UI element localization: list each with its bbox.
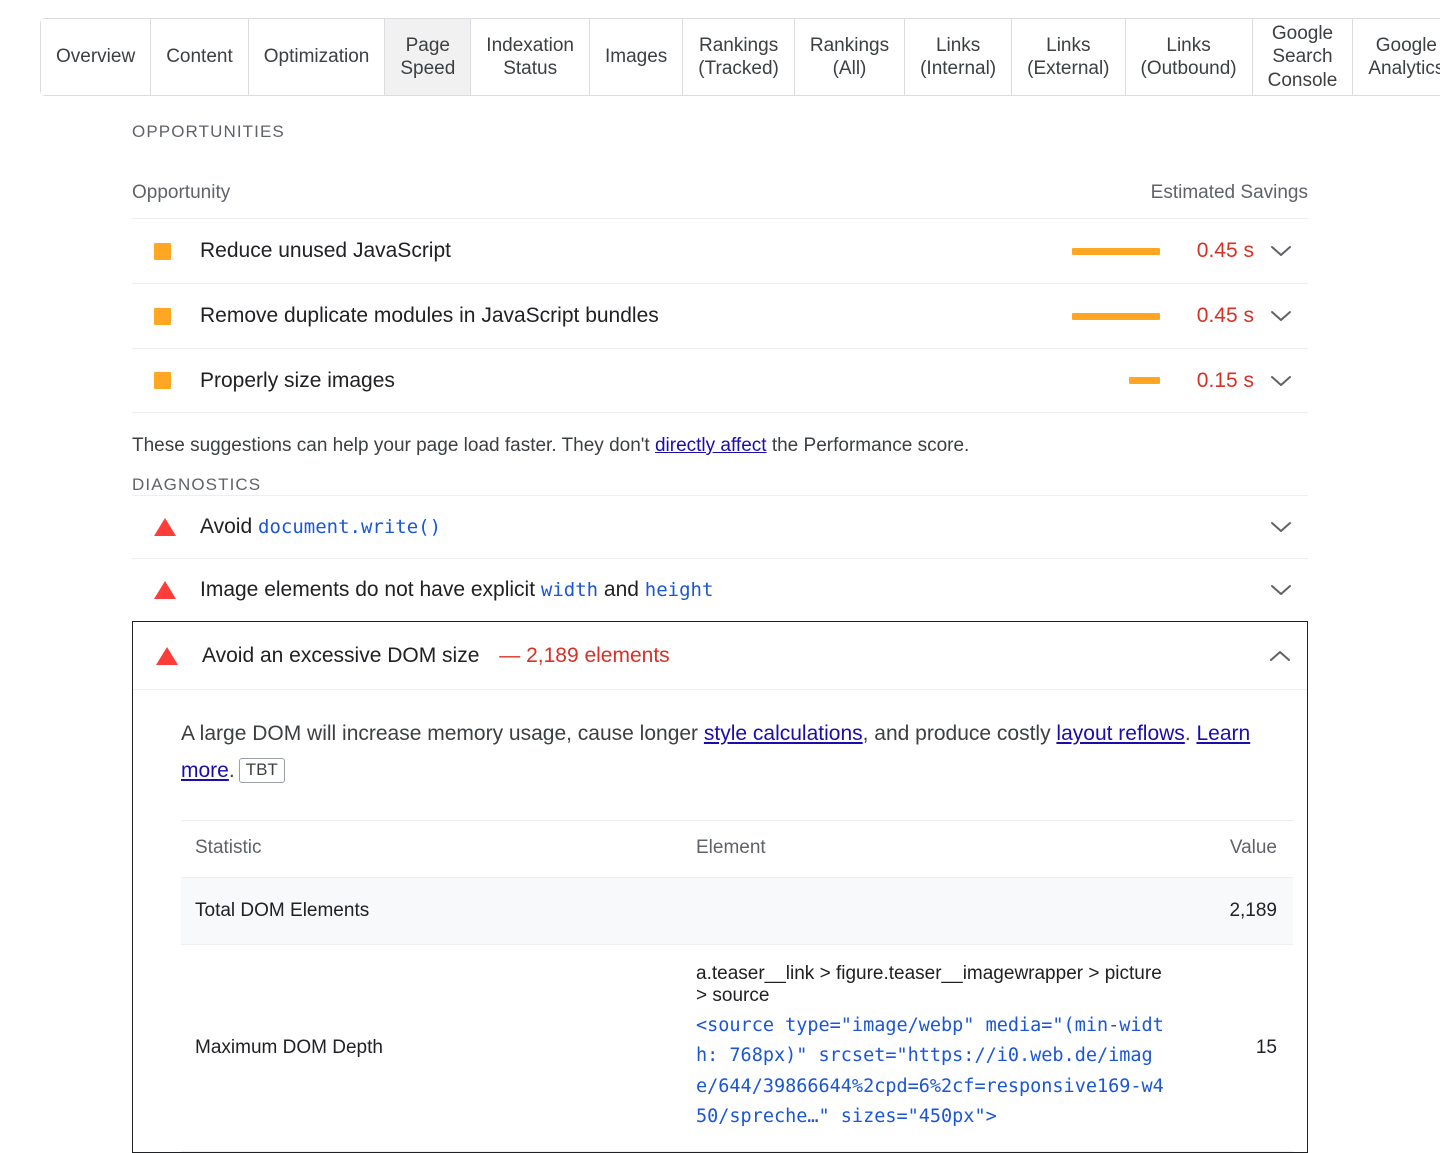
diagnostic-expanded-panel: Avoid an excessive DOM size — 2,189 elem… <box>132 621 1308 1153</box>
chevron-down-icon[interactable] <box>1254 374 1308 388</box>
tab-images[interactable]: Images <box>590 19 683 95</box>
tab-links-outbound[interactable]: Links (Outbound) <box>1126 19 1253 95</box>
table-header-value: Value <box>1183 820 1293 877</box>
savings-bar <box>1129 377 1160 384</box>
table-row: Maximum DOM Depth a.teaser__link > figure… <box>181 944 1293 1151</box>
tab-rankings-tracked[interactable]: Rankings (Tracked) <box>683 19 795 95</box>
tab-overview[interactable]: Overview <box>41 19 151 95</box>
tab-bar: OverviewContentOptimizationPage SpeedInd… <box>0 0 1440 112</box>
desc-part-1: A large DOM will increase memory usage, … <box>181 722 704 745</box>
note-text-pre: These suggestions can help your page loa… <box>132 435 655 456</box>
diagnostic-panel-title-text: Avoid an excessive DOM size <box>202 644 479 667</box>
diagnostic-code-2: height <box>645 579 714 601</box>
opportunity-row-right: 0.45 s <box>1072 304 1308 328</box>
diagnostic-panel-body: A large DOM will increase memory usage, … <box>133 690 1307 1152</box>
warning-triangle-icon <box>156 647 178 665</box>
tab-links-internal[interactable]: Links (Internal) <box>905 19 1012 95</box>
chevron-up-icon[interactable] <box>1253 649 1307 663</box>
opportunity-row[interactable]: Properly size images 0.15 s <box>132 348 1308 413</box>
opportunity-label: Remove duplicate modules in JavaScript b… <box>200 304 659 328</box>
diagnostics-list: Avoid document.write() Image elements do … <box>132 495 1308 621</box>
diagnostic-row[interactable]: Avoid document.write() <box>132 495 1308 558</box>
opportunity-row-right: 0.45 s <box>1072 239 1308 263</box>
layout-reflows-link[interactable]: layout reflows <box>1056 722 1184 745</box>
table-header-statistic: Statistic <box>181 820 682 877</box>
estimated-savings-value: 0.45 s <box>1172 239 1254 263</box>
style-calculations-link[interactable]: style calculations <box>704 722 863 745</box>
opportunity-row-left: Properly size images <box>132 369 1072 393</box>
diagnostic-panel-count: — 2,189 elements <box>499 644 669 667</box>
chevron-down-icon[interactable] <box>1254 309 1308 323</box>
desc-part-2: , and produce costly <box>863 722 1057 745</box>
table-cell-element <box>682 877 1183 944</box>
tab-google-analytics[interactable]: Google Analytics <box>1353 19 1440 95</box>
tab-content[interactable]: Content <box>151 19 249 95</box>
warning-triangle-icon <box>154 581 176 599</box>
estimated-savings-value: 0.15 s <box>1172 369 1254 393</box>
chevron-down-icon[interactable] <box>1254 583 1308 597</box>
table-row: Total DOM Elements 2,189 <box>181 877 1293 944</box>
column-header-estimated-savings: Estimated Savings <box>1151 182 1308 204</box>
desc-part-4: . <box>229 759 235 782</box>
column-header-opportunity: Opportunity <box>132 182 230 204</box>
opportunity-row-right: 0.15 s <box>1072 369 1308 393</box>
table-cell-value: 2,189 <box>1183 877 1293 944</box>
opportunity-label: Properly size images <box>200 369 395 393</box>
opportunities-list: Reduce unused JavaScript 0.45 s Remove dup… <box>132 218 1308 413</box>
opportunity-row-left: Remove duplicate modules in JavaScript b… <box>132 304 1072 328</box>
opportunity-row[interactable]: Reduce unused JavaScript 0.45 s <box>132 218 1308 283</box>
tbt-badge: TBT <box>239 758 285 783</box>
opportunities-column-headers: Opportunity Estimated Savings <box>132 142 1308 218</box>
diagnostic-text-mid: and <box>598 578 645 601</box>
tab-list: OverviewContentOptimizationPage SpeedInd… <box>40 18 1440 96</box>
element-code: <source type="image/webp" media="(min-wi… <box>696 1011 1171 1133</box>
tab-indexation-status[interactable]: Indexation Status <box>471 19 590 95</box>
diagnostic-panel-title: Avoid an excessive DOM size — 2,189 elem… <box>202 644 1253 668</box>
note-text-post: the Performance score. <box>767 435 970 456</box>
orange-square-icon <box>154 372 171 389</box>
savings-bar <box>1072 248 1160 255</box>
page-speed-content: OPPORTUNITIES Opportunity Estimated Savi… <box>0 112 1440 1153</box>
diagnostic-code-1: document.write() <box>258 516 441 538</box>
table-header-row: Statistic Element Value <box>181 820 1293 877</box>
diagnostic-label: Avoid document.write() <box>200 515 1254 539</box>
diagnostic-text-pre: Image elements do not have explicit <box>200 578 541 601</box>
diagnostic-panel-header[interactable]: Avoid an excessive DOM size — 2,189 elem… <box>133 622 1307 690</box>
chevron-down-icon[interactable] <box>1254 244 1308 258</box>
opportunities-section-title: OPPORTUNITIES <box>132 112 1440 142</box>
diagnostic-code-1: width <box>541 579 598 601</box>
diagnostic-text-pre: Avoid <box>200 515 258 538</box>
savings-bar <box>1072 313 1160 320</box>
diagnostic-description: A large DOM will increase memory usage, … <box>181 716 1259 790</box>
opportunity-row-left: Reduce unused JavaScript <box>132 239 1072 263</box>
diagnostic-label: Image elements do not have explicit widt… <box>200 578 1254 602</box>
element-selector: a.teaser__link > figure.teaser__imagewra… <box>696 963 1171 1007</box>
opportunities-note: These suggestions can help your page loa… <box>132 413 1308 465</box>
orange-square-icon <box>154 308 171 325</box>
table-cell-value: 15 <box>1183 944 1293 1151</box>
diagnostic-row[interactable]: Image elements do not have explicit widt… <box>132 558 1308 621</box>
opportunity-row[interactable]: Remove duplicate modules in JavaScript b… <box>132 283 1308 348</box>
tab-page-speed[interactable]: Page Speed <box>385 19 471 95</box>
savings-bar-cell <box>1072 248 1172 255</box>
table-cell-element: a.teaser__link > figure.teaser__imagewra… <box>682 944 1183 1151</box>
table-cell-statistic: Total DOM Elements <box>181 877 682 944</box>
table-header-element: Element <box>682 820 1183 877</box>
dom-statistics-table: Statistic Element Value Total DOM Elemen… <box>181 820 1293 1152</box>
tab-rankings-all[interactable]: Rankings (All) <box>795 19 905 95</box>
savings-bar-cell <box>1072 377 1172 384</box>
opportunity-label: Reduce unused JavaScript <box>200 239 451 263</box>
diagnostics-section-title: DIAGNOSTICS <box>132 465 1440 495</box>
table-cell-statistic: Maximum DOM Depth <box>181 944 682 1151</box>
chevron-down-icon[interactable] <box>1254 520 1308 534</box>
desc-part-3: . <box>1185 722 1197 745</box>
directly-affect-link[interactable]: directly affect <box>655 435 767 456</box>
warning-triangle-icon <box>154 518 176 536</box>
tab-google-search-console[interactable]: Google Search Console <box>1253 19 1354 95</box>
tab-links-external[interactable]: Links (External) <box>1012 19 1125 95</box>
estimated-savings-value: 0.45 s <box>1172 304 1254 328</box>
orange-square-icon <box>154 243 171 260</box>
tab-optimization[interactable]: Optimization <box>249 19 386 95</box>
savings-bar-cell <box>1072 313 1172 320</box>
